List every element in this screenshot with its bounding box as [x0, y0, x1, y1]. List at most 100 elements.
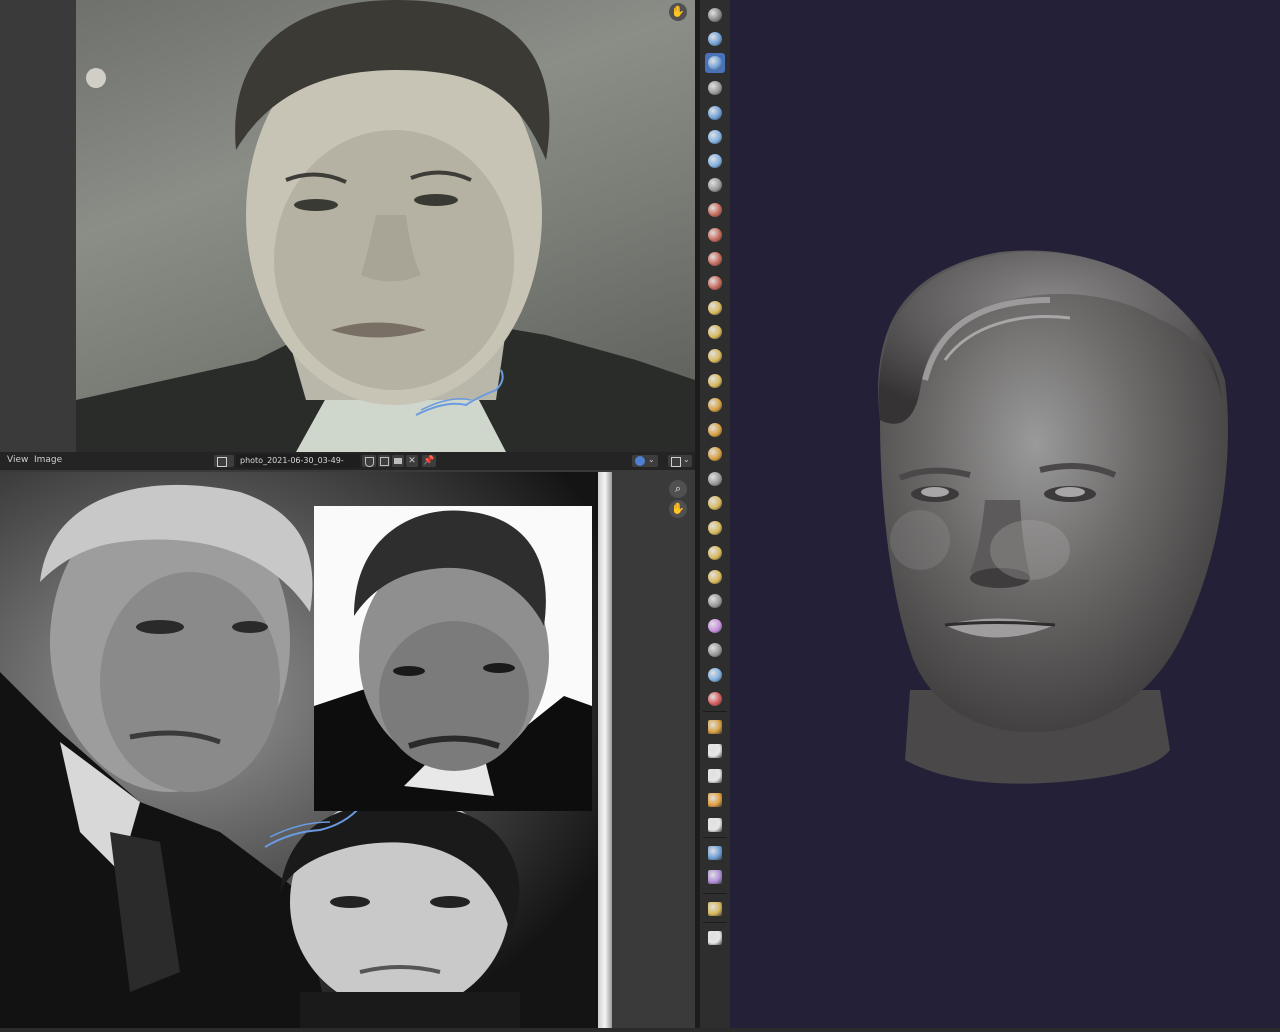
layer-brush-tool-button[interactable]	[705, 78, 725, 98]
blob-brush-tool-button[interactable]	[705, 127, 725, 147]
elastic-deform-brush-tool-button[interactable]	[705, 346, 725, 366]
smooth-brush-tool-button[interactable]	[705, 175, 725, 195]
transform-tool-tool-button[interactable]	[705, 928, 725, 948]
flatten-brush-tool-button[interactable]	[705, 200, 725, 220]
box-hide-tool-icon	[708, 668, 722, 682]
thumb-brush-tool-button[interactable]	[705, 395, 725, 415]
rotate-brush-icon	[708, 472, 722, 486]
box-trim-tool-icon	[708, 720, 722, 734]
rotate-tool-tool-button[interactable]	[705, 867, 725, 887]
cloth-brush-icon	[708, 546, 722, 560]
multiplane-scrape-brush-tool-button[interactable]	[705, 273, 725, 293]
inflate-brush-tool-button[interactable]	[705, 103, 725, 123]
draw-face-sets-brush-tool-button[interactable]	[705, 616, 725, 636]
cloth-filter-tool-tool-button[interactable]	[705, 790, 725, 810]
simplify-brush-tool-button[interactable]	[705, 567, 725, 587]
reference-photo-portrait	[76, 0, 695, 452]
nudge-brush-tool-button[interactable]	[705, 444, 725, 464]
chevron-down-icon: ⌄	[683, 455, 690, 464]
view-menu[interactable]: View	[7, 455, 28, 465]
sculpt-toolbar	[700, 0, 730, 1028]
view-icon	[671, 457, 681, 467]
open-image-button[interactable]	[392, 455, 404, 467]
reference-photo-drawing	[76, 0, 695, 452]
image-filename-field[interactable]: photo_2021-06-30_03-49-14.jpg	[236, 454, 360, 479]
smooth-brush-icon	[708, 178, 722, 192]
grab-brush-tool-button[interactable]	[705, 322, 725, 342]
toolbar-separator	[703, 922, 727, 923]
chevron-down-icon: ⌄	[648, 455, 655, 464]
image-editor-bottom[interactable]: ⌕ ✋	[0, 470, 695, 1028]
grab-brush-icon	[708, 325, 722, 339]
toolbar-separator	[703, 837, 727, 838]
unlink-image-button[interactable]: ✕	[406, 455, 418, 467]
blob-brush-icon	[708, 130, 722, 144]
rotate-tool-icon	[708, 870, 722, 884]
color-filter-tool-tool-button[interactable]	[705, 815, 725, 835]
color-filter-tool-icon	[708, 818, 722, 832]
clay-strips-brush-icon	[708, 56, 722, 70]
slide-relax-brush-tool-button[interactable]	[705, 493, 725, 513]
scale-tool-tool-button[interactable]	[705, 899, 725, 919]
cloth-filter-tool-icon	[708, 793, 722, 807]
line-project-tool-tool-button[interactable]	[705, 741, 725, 761]
fill-brush-tool-button[interactable]	[705, 225, 725, 245]
pin-button[interactable]: 📌	[422, 455, 436, 467]
toolbar-separator	[703, 893, 727, 894]
scrape-brush-tool-button[interactable]	[705, 249, 725, 269]
snake-hook-brush-tool-button[interactable]	[705, 371, 725, 391]
view-options-dropdown[interactable]: ⌄	[668, 455, 692, 467]
image-menu[interactable]: Image	[34, 455, 62, 465]
image-editor-header: View Image photo_2021-06-30_03-49-14.jpg…	[0, 452, 695, 479]
simplify-brush-icon	[708, 570, 722, 584]
line-project-tool-icon	[708, 744, 722, 758]
draw-brush-tool-button[interactable]	[705, 5, 725, 25]
clay-strips-brush-tool-button[interactable]	[705, 53, 725, 73]
shield-icon	[365, 457, 374, 467]
crease-brush-tool-button[interactable]	[705, 151, 725, 171]
mesh-filter-tool-tool-button[interactable]	[705, 766, 725, 786]
mask-brush-tool-button[interactable]	[705, 591, 725, 611]
box-trim-tool-tool-button[interactable]	[705, 717, 725, 737]
boundary-brush-tool-button[interactable]	[705, 518, 725, 538]
reference-photo-closeup-drawing	[314, 510, 592, 811]
draw-face-sets-brush-icon	[708, 619, 722, 633]
multiplane-scrape-brush-icon	[708, 276, 722, 290]
mask-brush-icon	[708, 594, 722, 608]
3d-viewport[interactable]	[730, 0, 1280, 1028]
rotate-brush-tool-button[interactable]	[705, 469, 725, 489]
pan-hand-icon[interactable]: ✋	[669, 500, 687, 518]
nudge-brush-icon	[708, 447, 722, 461]
zoom-icon[interactable]: ⌕	[669, 480, 687, 498]
slide-relax-brush-icon	[708, 496, 722, 510]
photo-frame-edge	[598, 472, 612, 1028]
pan-hand-icon[interactable]: ✋	[669, 3, 687, 21]
duplicate-image-button[interactable]	[378, 455, 390, 467]
draw-brush-icon	[708, 8, 722, 22]
transform-tool-icon	[708, 931, 722, 945]
clay-brush-tool-button[interactable]	[705, 29, 725, 49]
sculpted-head	[878, 250, 1228, 784]
layer-brush-icon	[708, 81, 722, 95]
close-icon: ✕	[408, 456, 416, 466]
color-channels-icon	[635, 456, 645, 466]
scale-tool-icon	[708, 902, 722, 916]
box-mask-tool-tool-button[interactable]	[705, 640, 725, 660]
mesh-filter-tool-icon	[708, 769, 722, 783]
pinch-brush-tool-button[interactable]	[705, 298, 725, 318]
pose-brush-icon	[708, 423, 722, 437]
toolbar-separator	[703, 711, 727, 712]
cloth-brush-tool-button[interactable]	[705, 543, 725, 563]
pose-brush-tool-button[interactable]	[705, 420, 725, 440]
fake-user-button[interactable]	[362, 455, 376, 467]
box-face-set-tool-icon	[708, 692, 722, 706]
display-channels-dropdown[interactable]: ⌄	[632, 455, 658, 467]
move-tool-tool-button[interactable]	[705, 843, 725, 863]
folder-icon	[394, 458, 402, 464]
image-editor-top[interactable]: ✋	[0, 0, 695, 452]
box-face-set-tool-tool-button[interactable]	[705, 689, 725, 709]
duplicate-icon	[380, 457, 389, 466]
crease-brush-icon	[708, 154, 722, 168]
box-hide-tool-tool-button[interactable]	[705, 665, 725, 685]
image-browse-button[interactable]	[214, 455, 234, 467]
